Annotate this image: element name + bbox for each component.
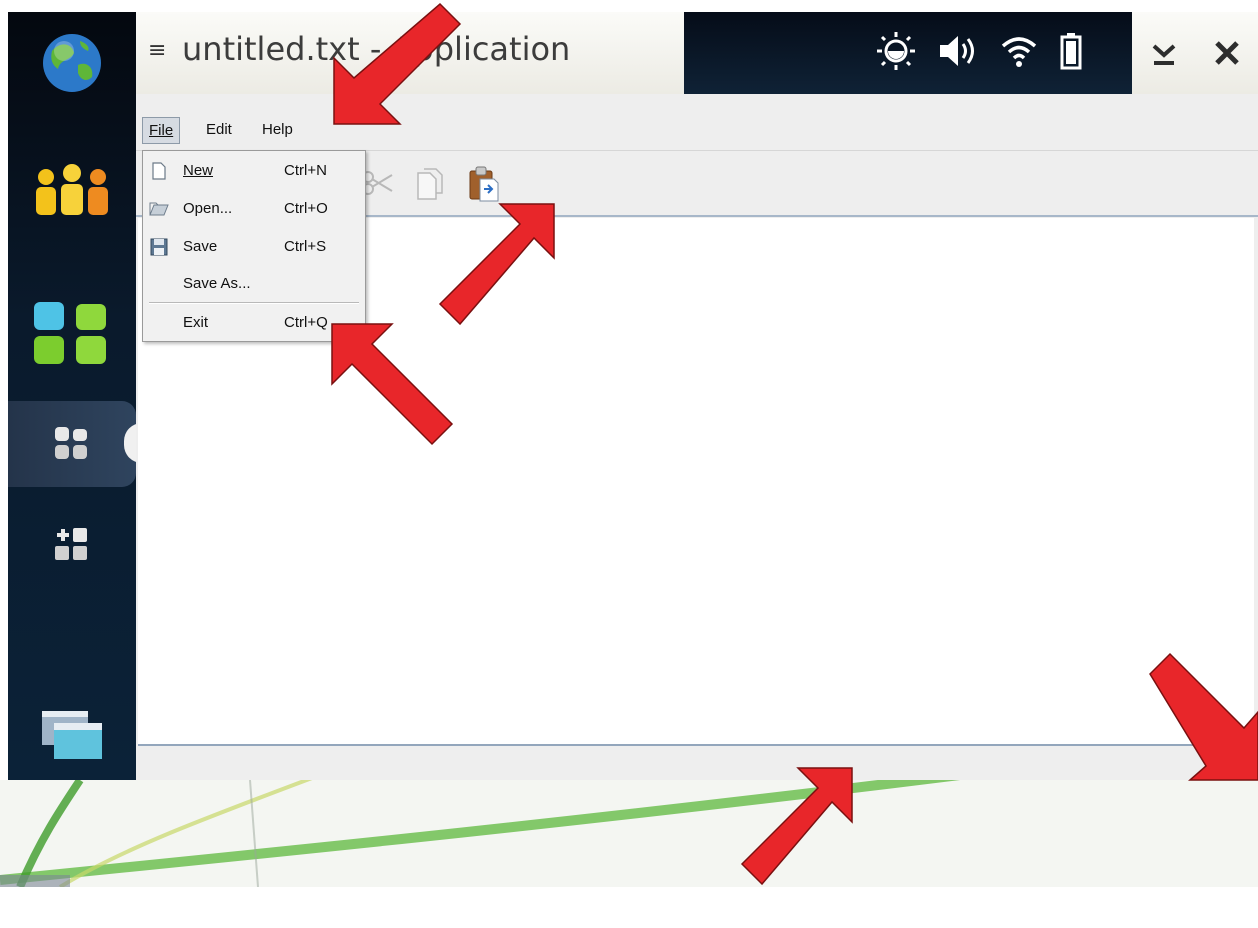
- small-grid-icon: [55, 427, 87, 459]
- minimize-icon: [1152, 44, 1175, 65]
- annotation-arrow-exit: [331, 323, 454, 446]
- menu-item-save[interactable]: Save Ctrl+S: [143, 229, 365, 265]
- close-icon: [1214, 41, 1239, 65]
- menu-item-save-label: Save: [183, 238, 218, 255]
- floppy-save-icon: [150, 238, 168, 256]
- close-button[interactable]: [1195, 12, 1258, 94]
- sidebar-item-add-widget[interactable]: [8, 502, 136, 588]
- menu-help[interactable]: Help: [256, 117, 299, 142]
- minimize-button[interactable]: [1132, 12, 1195, 94]
- menu-separator: [149, 302, 359, 304]
- menu-edit[interactable]: Edit: [200, 117, 238, 142]
- menu-edit-label: Edit: [206, 121, 232, 138]
- window-controls: [1132, 12, 1258, 94]
- brightness-icon: [877, 32, 915, 70]
- status-area[interactable]: [876, 26, 1082, 76]
- battery-icon: [1060, 33, 1082, 70]
- device-screen: ≡ untitled.txt - Application File Edit H…: [8, 12, 1258, 780]
- annotation-arrow-statusbar: [740, 767, 853, 886]
- people-icon: [36, 164, 108, 215]
- desktop-wallpaper: [0, 780, 1258, 887]
- menu-item-save-shortcut: Ctrl+S: [284, 238, 327, 255]
- menu-item-open[interactable]: Open... Ctrl+O: [143, 191, 365, 227]
- menu-item-save-as-label: Save As...: [183, 275, 251, 292]
- menu-help-label: Help: [262, 121, 293, 138]
- annotation-arrow-title: [333, 2, 462, 125]
- wifi-icon: [1001, 37, 1037, 67]
- sidebar-item-app-grid[interactable]: [8, 290, 136, 376]
- new-document-icon: [152, 162, 166, 180]
- menu-item-open-label: Open...: [183, 200, 233, 217]
- volume-icon: [940, 36, 974, 66]
- menu-item-new-label: New: [183, 162, 214, 179]
- sidebar-item-web[interactable]: [8, 20, 136, 106]
- status-bar: [136, 748, 1258, 780]
- launcher-sidebar: [8, 12, 142, 780]
- sidebar-item-applications[interactable]: [8, 401, 142, 487]
- add-grid-icon: [55, 528, 87, 560]
- windows-icon: [42, 711, 102, 759]
- menu-file-label: File: [149, 122, 174, 139]
- menu-item-open-shortcut: Ctrl+O: [284, 200, 328, 217]
- open-folder-icon: [149, 202, 169, 216]
- annotation-arrow-corner: [1149, 652, 1258, 781]
- menu-item-exit-label: Exit: [183, 314, 209, 331]
- sidebar-item-task-switcher[interactable]: [8, 692, 136, 778]
- sidebar-item-contacts[interactable]: [8, 146, 136, 232]
- globe-icon: [43, 34, 101, 92]
- apps-grid-icon: [34, 302, 106, 364]
- menu-file[interactable]: File: [142, 117, 181, 144]
- window-menu-icon[interactable]: ≡: [148, 38, 166, 63]
- menu-item-save-as[interactable]: Save As...: [143, 266, 365, 302]
